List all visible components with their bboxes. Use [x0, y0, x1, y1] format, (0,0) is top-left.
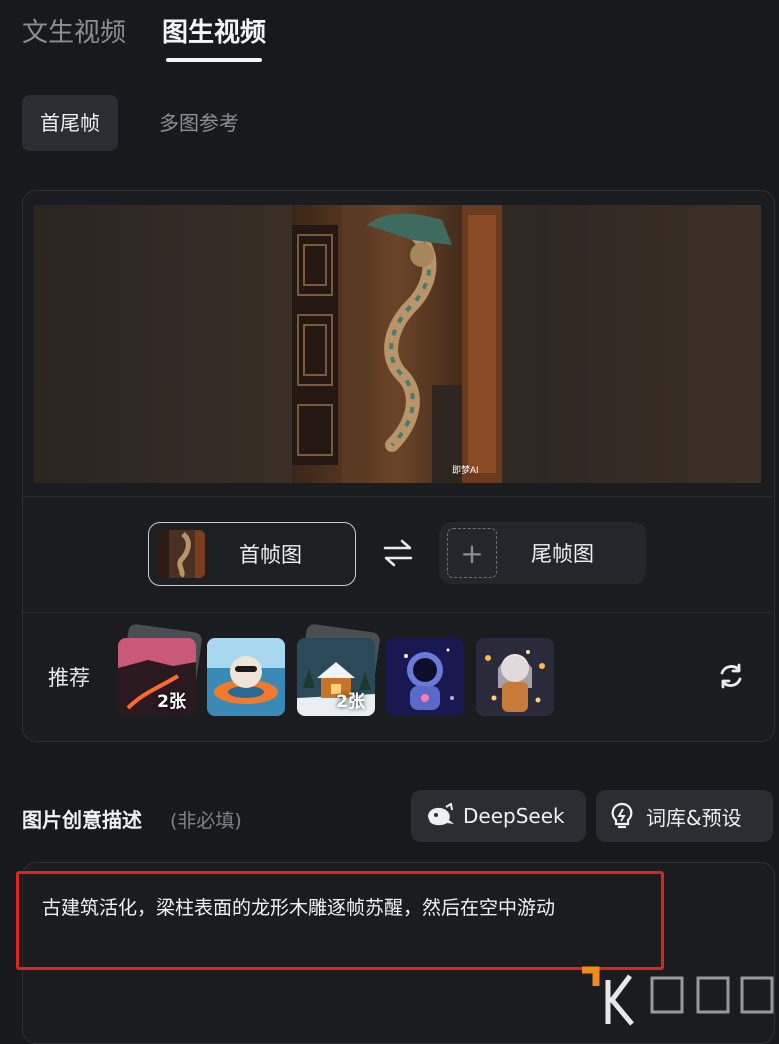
- subtab-multi-image-reference[interactable]: 多图参考: [141, 95, 257, 151]
- first-frame-label: 首帧图: [239, 543, 302, 567]
- recommend-item-lava[interactable]: 2张: [118, 638, 196, 716]
- recommend-label: 推荐: [48, 666, 90, 690]
- library-preset-label: 词库&预设: [646, 805, 742, 830]
- recommend-item-snow-house[interactable]: 2张: [297, 638, 375, 716]
- description-title: 图片创意描述: [22, 808, 142, 832]
- subtab-first-last-frame[interactable]: 首尾帧: [22, 95, 118, 151]
- last-frame-button[interactable]: + 尾帧图: [439, 522, 646, 584]
- watermark-text: 即梦AI: [452, 465, 479, 475]
- recommend-item-astronaut[interactable]: [386, 638, 464, 716]
- library-preset-button[interactable]: 词库&预设: [596, 790, 773, 842]
- first-frame-button[interactable]: 首帧图: [148, 522, 356, 586]
- lightbulb-icon: [610, 802, 634, 830]
- image-count-badge: 2张: [157, 692, 186, 712]
- watermark-logo: [578, 966, 778, 1031]
- plus-icon: +: [447, 528, 497, 578]
- highlight-box: [16, 871, 664, 970]
- deepseek-button[interactable]: DeepSeek: [411, 790, 586, 842]
- recommend-item-bear[interactable]: [207, 638, 285, 716]
- whale-icon: [425, 803, 457, 829]
- swap-arrows-icon[interactable]: [382, 538, 414, 572]
- tab-image-to-video[interactable]: 图生视频: [162, 12, 266, 49]
- tab-text-to-video[interactable]: 文生视频: [22, 12, 126, 49]
- active-tab-indicator: [166, 58, 262, 62]
- first-frame-thumbnail: [157, 530, 205, 578]
- last-frame-label: 尾帧图: [531, 542, 594, 566]
- preview-image: 即梦AI: [292, 205, 502, 483]
- divider: [23, 612, 773, 613]
- divider: [23, 496, 773, 497]
- image-count-badge: 2张: [336, 692, 365, 712]
- refresh-icon[interactable]: [717, 662, 745, 694]
- optional-hint: (非必填): [170, 810, 242, 832]
- recommend-item-sparkle-girl[interactable]: [476, 638, 554, 716]
- deepseek-label: DeepSeek: [463, 804, 565, 828]
